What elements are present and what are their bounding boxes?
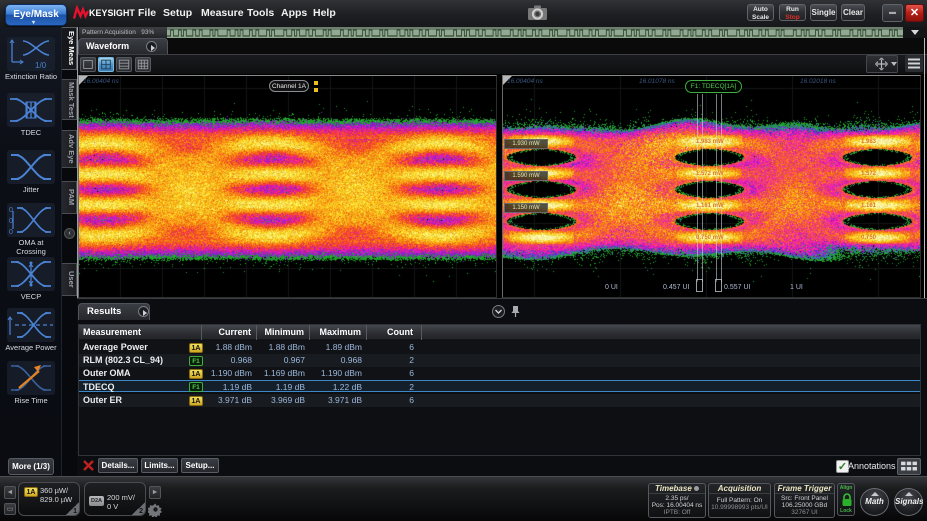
svg-text:1/0: 1/0 — [35, 61, 47, 70]
svg-text:0: 0 — [9, 229, 13, 236]
svg-text:0: 0 — [9, 207, 13, 214]
svg-text:0: 0 — [9, 218, 13, 225]
